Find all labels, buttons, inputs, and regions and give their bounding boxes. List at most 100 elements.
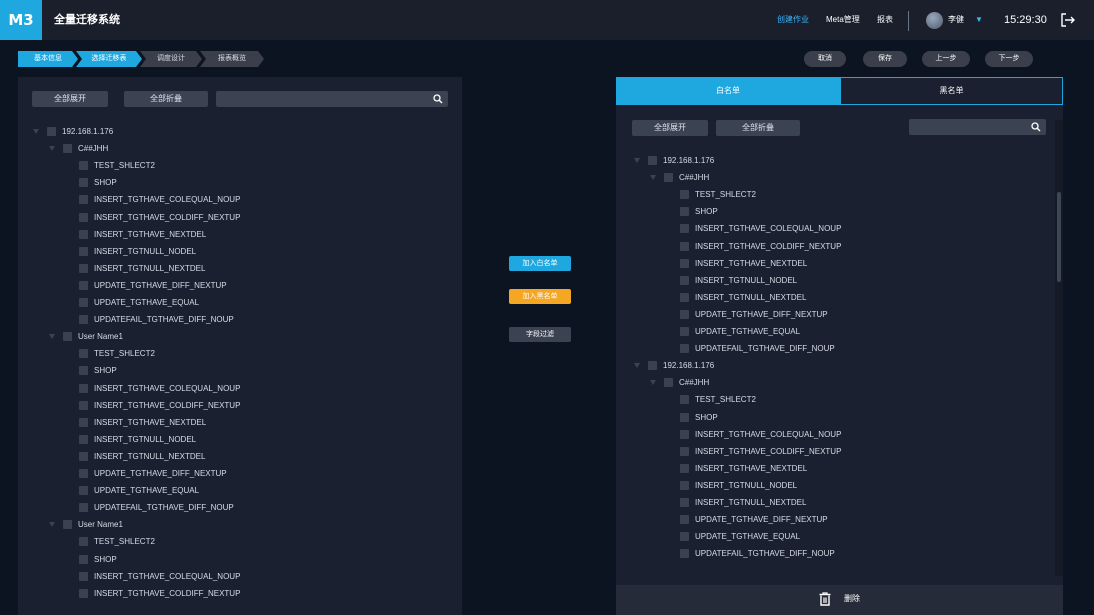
left-expand-all-button[interactable]: 全部展开 (32, 91, 108, 107)
checkbox[interactable] (79, 315, 88, 325)
checkbox[interactable] (79, 451, 88, 461)
checkbox[interactable] (680, 515, 689, 525)
checkbox[interactable] (79, 400, 88, 410)
tab-blacklist[interactable]: 黑名单 (840, 77, 1063, 105)
tree-node-label: C##JHH (78, 144, 109, 154)
step-select-tables[interactable]: 选择迁移表 (76, 51, 142, 67)
checkbox[interactable] (79, 263, 88, 273)
checkbox[interactable] (648, 361, 657, 371)
checkbox[interactable] (680, 224, 689, 234)
search-icon[interactable] (1031, 122, 1041, 132)
step-schedule[interactable]: 调度设计 (140, 51, 202, 67)
checkbox[interactable] (664, 173, 673, 183)
checkbox[interactable] (680, 412, 689, 422)
checkbox[interactable] (79, 537, 88, 547)
save-button[interactable]: 保存 (863, 51, 907, 67)
tree-node-label: C##JHH (679, 173, 710, 183)
checkbox[interactable] (63, 332, 72, 342)
checkbox[interactable] (680, 463, 689, 473)
checkbox[interactable] (63, 520, 72, 530)
expand-toggle-icon[interactable] (650, 175, 656, 181)
nav-report[interactable]: 报表 (877, 0, 893, 40)
checkbox[interactable] (79, 417, 88, 427)
tree-node-label: TEST_SHLECT2 (94, 161, 155, 171)
checkbox[interactable] (680, 429, 689, 439)
checkbox[interactable] (680, 498, 689, 507)
checkbox[interactable] (79, 161, 88, 171)
chevron-down-icon[interactable]: ▼ (975, 12, 983, 28)
checkbox[interactable] (680, 207, 689, 217)
add-whitelist-button[interactable]: 加入白名单 (509, 256, 571, 271)
expand-toggle-icon[interactable] (634, 363, 640, 369)
tree-node-label: INSERT_TGTHAVE_COLDIFF_NEXTUP (695, 446, 842, 456)
left-search-input[interactable] (216, 91, 448, 107)
checkbox[interactable] (79, 229, 88, 239)
tree-node-label: UPDATE_TGTHAVE_DIFF_NEXTUP (695, 309, 828, 319)
checkbox[interactable] (79, 383, 88, 393)
checkbox[interactable] (79, 503, 88, 513)
checkbox[interactable] (680, 549, 689, 559)
tree-node-label: INSERT_TGTHAVE_COLDIFF_NEXTUP (695, 241, 842, 251)
checkbox[interactable] (63, 144, 72, 154)
step-basic-info[interactable]: 基本信息 (18, 51, 78, 67)
scrollbar[interactable] (1055, 120, 1063, 576)
scrollbar-thumb[interactable] (1057, 192, 1061, 282)
checkbox[interactable] (79, 195, 88, 205)
add-blacklist-button[interactable]: 加入黑名单 (509, 289, 571, 304)
checkbox[interactable] (79, 178, 88, 188)
checkbox[interactable] (79, 246, 88, 256)
nav-create-job[interactable]: 创建作业 (777, 0, 809, 40)
logout-icon[interactable] (1060, 12, 1076, 28)
field-filter-button[interactable]: 字段过滤 (509, 327, 571, 342)
next-button[interactable]: 下一步 (985, 51, 1033, 67)
checkbox[interactable] (79, 486, 88, 496)
search-icon[interactable] (433, 94, 443, 104)
checkbox[interactable] (79, 298, 88, 307)
checkbox[interactable] (648, 156, 657, 165)
checkbox[interactable] (79, 571, 88, 581)
left-collapse-all-button[interactable]: 全部折叠 (124, 91, 208, 107)
checkbox[interactable] (680, 344, 689, 354)
checkbox[interactable] (680, 275, 689, 285)
avatar[interactable] (926, 12, 943, 29)
checkbox[interactable] (79, 469, 88, 478)
prev-button[interactable]: 上一步 (922, 51, 970, 67)
step-report[interactable]: 报表概览 (200, 51, 264, 67)
expand-toggle-icon[interactable] (33, 129, 39, 134)
expand-toggle-icon[interactable] (49, 522, 55, 528)
right-collapse-all-button[interactable]: 全部折叠 (716, 120, 800, 136)
tree-node-label: INSERT_TGTNULL_NEXTDEL (695, 292, 807, 302)
expand-toggle-icon[interactable] (49, 334, 55, 340)
checkbox[interactable] (664, 378, 673, 388)
checkbox[interactable] (79, 280, 88, 290)
expand-toggle-icon[interactable] (634, 158, 640, 163)
checkbox[interactable] (680, 327, 689, 336)
cancel-button[interactable]: 取消 (804, 51, 846, 67)
checkbox[interactable] (47, 127, 56, 136)
right-search-input[interactable] (909, 119, 1046, 135)
checkbox[interactable] (680, 532, 689, 542)
checkbox[interactable] (680, 190, 689, 200)
checkbox[interactable] (680, 480, 689, 490)
checkbox[interactable] (680, 292, 689, 302)
user-name[interactable]: 李健 (948, 0, 964, 40)
checkbox[interactable] (79, 212, 88, 222)
checkbox[interactable] (680, 258, 689, 268)
trash-icon[interactable] (818, 592, 832, 606)
checkbox[interactable] (680, 446, 689, 456)
tab-whitelist[interactable]: 白名单 (616, 77, 840, 105)
expand-toggle-icon[interactable] (650, 380, 656, 386)
delete-button[interactable]: 删除 (844, 592, 860, 606)
checkbox[interactable] (680, 309, 689, 319)
nav-meta[interactable]: Meta管理 (826, 0, 860, 40)
checkbox[interactable] (680, 395, 689, 405)
tree-node-label: C##JHH (679, 378, 710, 388)
checkbox[interactable] (79, 554, 88, 564)
checkbox[interactable] (79, 366, 88, 376)
right-expand-all-button[interactable]: 全部展开 (632, 120, 708, 136)
checkbox[interactable] (79, 349, 88, 359)
expand-toggle-icon[interactable] (49, 146, 55, 152)
checkbox[interactable] (79, 588, 88, 598)
checkbox[interactable] (680, 241, 689, 251)
checkbox[interactable] (79, 434, 88, 444)
